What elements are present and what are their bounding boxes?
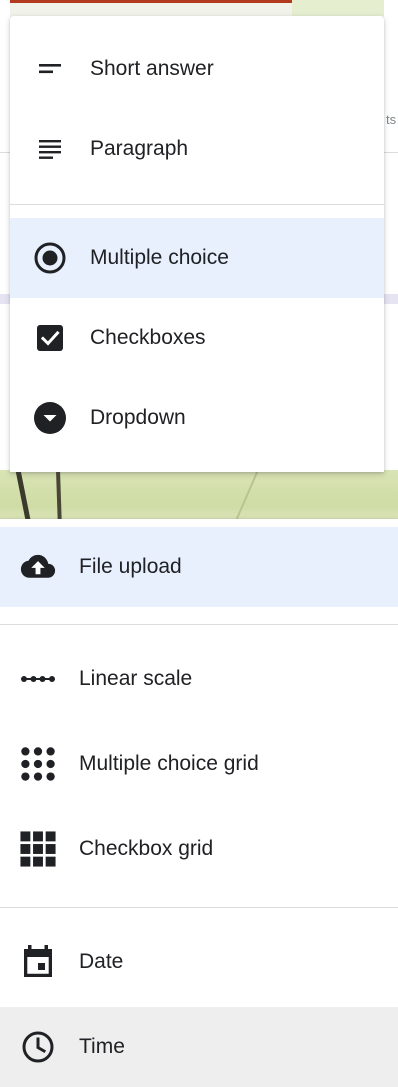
menu-item-linear-scale[interactable]: Linear scale	[0, 639, 398, 719]
menu-item-time[interactable]: Time	[0, 1007, 398, 1087]
menu-item-file-upload[interactable]: File upload	[0, 527, 398, 607]
menu-item-label: Paragraph	[90, 137, 189, 160]
menu-divider	[0, 907, 398, 908]
question-type-menu-bottom: File upload Linear scale Multiple choice…	[0, 519, 398, 1087]
clock-icon	[20, 1029, 56, 1065]
menu-item-label: Linear scale	[79, 667, 193, 690]
form-card-edge-left	[0, 0, 10, 470]
menu-item-label: Multiple choice grid	[79, 752, 259, 775]
form-card-edge-right	[384, 0, 398, 470]
cloud-upload-icon	[20, 549, 56, 585]
menu-divider	[10, 204, 384, 205]
menu-item-multiple-choice[interactable]: Multiple choice	[10, 218, 384, 298]
menu-item-label: Multiple choice	[90, 246, 229, 269]
calendar-icon	[20, 944, 56, 980]
background-theme-area	[292, 0, 398, 16]
menu-item-checkbox-grid[interactable]: Checkbox grid	[0, 809, 398, 889]
background-partial-text: ts	[386, 112, 397, 127]
menu-item-label: Checkboxes	[90, 326, 206, 349]
menu-item-date[interactable]: Date	[0, 922, 398, 1002]
menu-item-multiple-choice-grid[interactable]: Multiple choice grid	[0, 724, 398, 804]
menu-item-label: Dropdown	[90, 406, 186, 429]
dot-grid-icon	[20, 746, 56, 782]
menu-item-dropdown[interactable]: Dropdown	[10, 378, 384, 458]
menu-item-paragraph[interactable]: Paragraph	[10, 109, 384, 189]
linear-scale-icon	[20, 661, 56, 697]
menu-item-label: File upload	[79, 555, 182, 578]
menu-item-label: Time	[79, 1035, 125, 1058]
menu-item-label: Short answer	[90, 57, 214, 80]
menu-item-short-answer[interactable]: Short answer	[10, 29, 384, 109]
short-answer-icon	[32, 51, 68, 87]
menu-divider	[0, 624, 398, 625]
menu-item-label: Checkbox grid	[79, 837, 214, 860]
question-type-menu-top: Short answer Paragraph Multiple choice C…	[10, 16, 384, 472]
square-grid-icon	[20, 831, 56, 867]
radio-button-icon	[32, 240, 68, 276]
paragraph-icon	[32, 131, 68, 167]
menu-item-checkboxes[interactable]: Checkboxes	[10, 298, 384, 378]
dropdown-icon	[32, 400, 68, 436]
header-accent-bar	[0, 0, 292, 3]
menu-item-label: Date	[79, 950, 124, 973]
checkbox-icon	[32, 320, 68, 356]
screen: ts Short answer Paragraph Multiple choic…	[0, 0, 398, 1087]
